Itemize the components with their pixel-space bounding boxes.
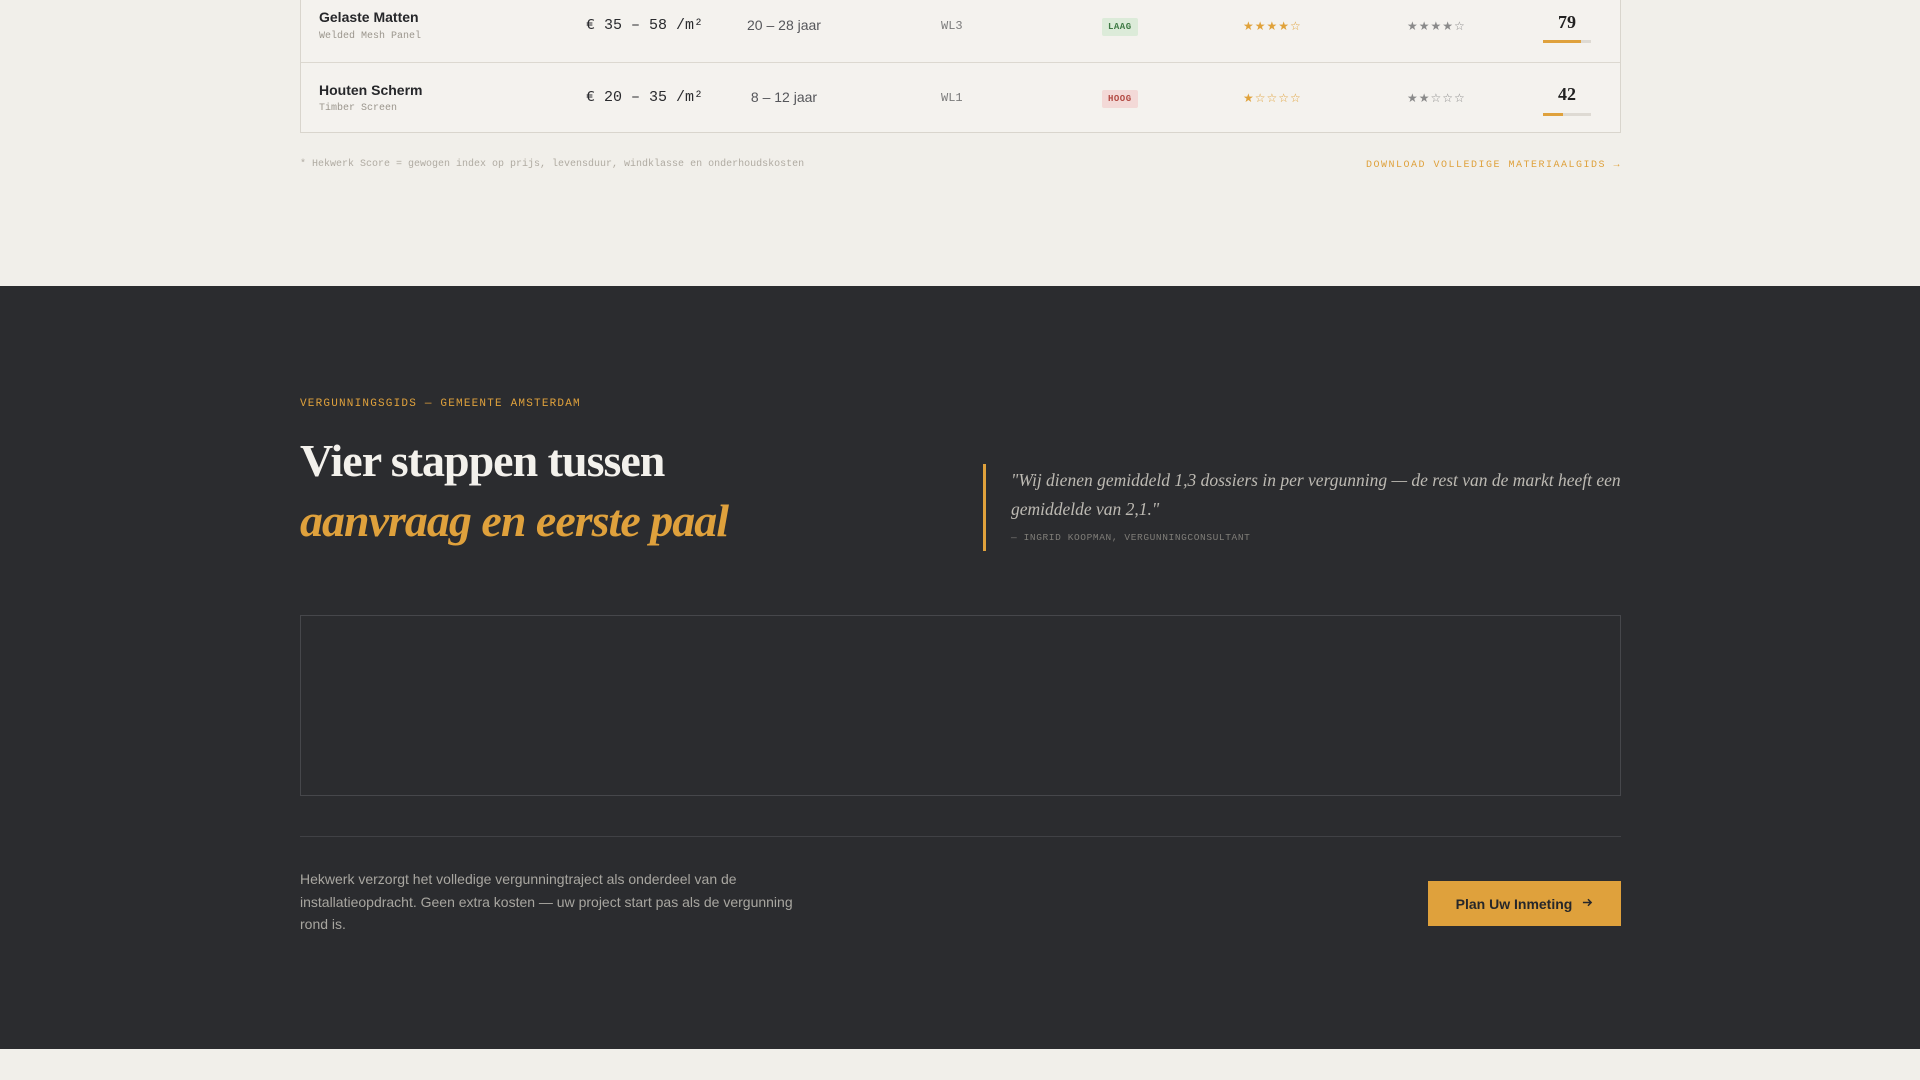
steps-panel bbox=[300, 615, 1621, 796]
rating-stars-primary: ★☆☆☆☆ bbox=[1243, 91, 1302, 105]
score-bar bbox=[1543, 113, 1591, 116]
rating-stars-secondary: ★★☆☆☆ bbox=[1407, 91, 1466, 105]
material-name: Houten Scherm bbox=[319, 82, 423, 98]
lifespan: 8 – 12 jaar bbox=[750, 89, 818, 105]
next-section bbox=[0, 1049, 1920, 1080]
testimonial-quote: "Wij dienen gemiddeld 1,3 dossiers in pe… bbox=[983, 464, 1621, 551]
section-heading-accent: aanvraag en eerste paal bbox=[300, 495, 729, 546]
score-footnote: * Hekwerk Score = gewogen index op prijs… bbox=[300, 159, 805, 170]
wind-class: WL3 bbox=[941, 19, 963, 33]
material-subtitle: Welded Mesh Panel bbox=[319, 31, 422, 42]
materials-table: Gelaste Matten Welded Mesh Panel € 35 – … bbox=[300, 0, 1621, 133]
lifespan: 20 – 28 jaar bbox=[747, 17, 821, 33]
wind-class: WL1 bbox=[941, 91, 963, 105]
rating-stars-primary: ★★★★☆ bbox=[1243, 19, 1302, 33]
arrow-right-icon bbox=[1582, 896, 1593, 911]
rating-stars-secondary: ★★★★☆ bbox=[1407, 19, 1466, 33]
hekwerk-score: 42 bbox=[1558, 84, 1576, 104]
materials-section: Gelaste Matten Welded Mesh Panel € 35 – … bbox=[0, 0, 1920, 286]
material-subtitle: Timber Screen bbox=[319, 103, 398, 114]
score-bar-fill bbox=[1543, 40, 1581, 43]
cta-label: Plan Uw Inmeting bbox=[1455, 895, 1573, 912]
quote-text: "Wij dienen gemiddeld 1,3 dossiers in pe… bbox=[1011, 470, 1621, 519]
score-bar-fill bbox=[1543, 113, 1564, 116]
permit-description: Hekwerk verzorgt het volledige vergunnin… bbox=[300, 871, 793, 932]
price-range: € 35 – 58 /m² bbox=[586, 17, 704, 34]
material-name: Gelaste Matten bbox=[319, 9, 419, 25]
maintenance-badge: HOOG bbox=[1102, 90, 1138, 108]
plan-measurement-button[interactable]: Plan Uw Inmeting bbox=[1428, 881, 1621, 926]
hekwerk-score: 79 bbox=[1558, 12, 1576, 32]
section-divider bbox=[300, 836, 1621, 837]
table-row: Houten Scherm Timber Screen € 20 – 35 /m… bbox=[301, 62, 1620, 132]
section-heading: Vier stappen tussen bbox=[300, 435, 665, 486]
table-row: Gelaste Matten Welded Mesh Panel € 35 – … bbox=[301, 0, 1620, 62]
maintenance-badge: LAAG bbox=[1102, 18, 1138, 36]
permit-section: VERGUNNINGSGIDS — GEMEENTE AMSTERDAM Vie… bbox=[0, 286, 1920, 1049]
quote-citation: — INGRID KOOPMAN, VERGUNNINGCONSULTANT bbox=[1011, 532, 1251, 543]
score-bar bbox=[1543, 40, 1591, 43]
price-range: € 20 – 35 /m² bbox=[586, 89, 704, 106]
download-guide-link[interactable]: DOWNLOAD VOLLEDIGE MATERIAALGIDS → bbox=[1366, 160, 1621, 171]
section-eyebrow: VERGUNNINGSGIDS — GEMEENTE AMSTERDAM bbox=[300, 398, 581, 410]
